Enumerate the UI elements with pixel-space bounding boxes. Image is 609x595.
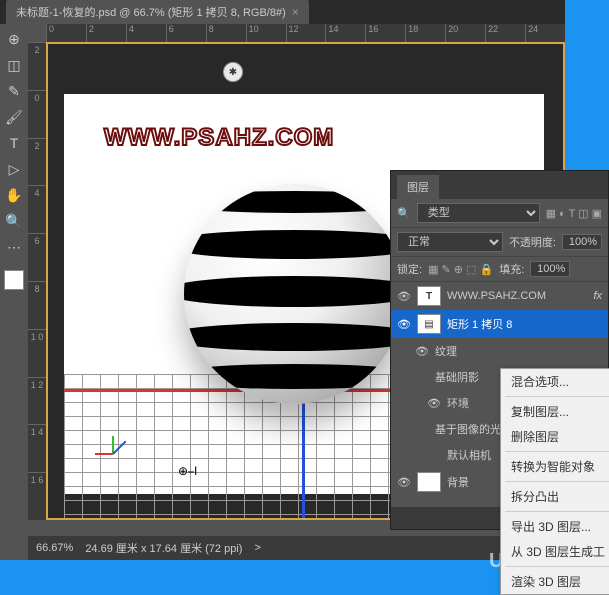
layer-item[interactable]: 👁 T WWW.PSAHZ.COM fx	[391, 282, 608, 310]
sphere-object[interactable]	[184, 184, 404, 404]
lock-label: 锁定:	[397, 261, 422, 277]
lock-row: 锁定: ▦ ✎ ⊕ ⬚ 🔒 填充: 100%	[391, 257, 608, 282]
tab-layers[interactable]: 图层	[397, 175, 439, 199]
layer-name: 纹理	[435, 343, 457, 359]
tool-generic-1[interactable]: ⊕	[3, 28, 25, 50]
tool-type[interactable]: T	[3, 132, 25, 154]
search-icon[interactable]: 🔍	[397, 207, 411, 220]
menu-separator	[505, 481, 609, 482]
menu-separator	[505, 566, 609, 567]
menu-render-3d[interactable]: 渲染 3D 图层	[501, 569, 609, 594]
status-arrow-icon[interactable]: >	[254, 542, 260, 554]
fill-value[interactable]: 100%	[530, 261, 570, 277]
menu-separator	[505, 451, 609, 452]
tool-crop[interactable]: ◫	[3, 54, 25, 76]
filter-row: 🔍 类型 ▦ ◐ T ◫ ▣	[391, 199, 608, 228]
color-swatch[interactable]	[4, 270, 24, 290]
watermark-text: WWW.PSAHZ.COM	[104, 124, 334, 152]
layer-name: 基础阴影	[435, 369, 479, 385]
opacity-label: 不透明度:	[509, 234, 556, 250]
tool-more[interactable]: ⋯	[3, 236, 25, 258]
zoom-value[interactable]: 66.67%	[36, 542, 73, 554]
layer-name: 环境	[447, 395, 469, 411]
layer-name: 默认相机	[447, 447, 491, 463]
layer-thumb-type: T	[417, 286, 441, 306]
menu-export-3d[interactable]: 导出 3D 图层...	[501, 514, 609, 539]
layer-name: WWW.PSAHZ.COM	[447, 290, 546, 302]
tool-eyedropper[interactable]: ✎	[3, 80, 25, 102]
eye-icon[interactable]: 👁	[397, 476, 411, 489]
lock-icons[interactable]: ▦ ✎ ⊕ ⬚ 🔒	[428, 263, 493, 276]
tool-zoom[interactable]: 🔍	[3, 210, 25, 232]
menu-smart-object[interactable]: 转换为智能对象	[501, 454, 609, 479]
topbar: 未标题-1-恢复的.psd @ 66.7% (矩形 1 拷贝 8, RGB/8#…	[0, 0, 565, 24]
edit-cursor-icon: ⊕⎯I	[178, 464, 197, 479]
menu-separator	[505, 396, 609, 397]
fill-label: 填充:	[499, 261, 524, 277]
tool-brush[interactable]: 🖌	[3, 106, 25, 128]
filter-type-icons[interactable]: ▦ ◐ T ◫ ▣	[546, 207, 602, 220]
context-menu: 混合选项... 复制图层... 删除图层 转换为智能对象 拆分凸出 导出 3D …	[500, 368, 609, 595]
ruler-vertical: 2024681 01 21 41 6	[28, 42, 46, 520]
layer-name: 矩形 1 拷贝 8	[447, 316, 512, 332]
tool-path[interactable]: ▷	[3, 158, 25, 180]
layer-item-selected[interactable]: 👁 ▤ 矩形 1 拷贝 8	[391, 310, 608, 338]
axis-gizmo[interactable]	[98, 424, 128, 454]
layer-thumb: ▤	[417, 314, 441, 334]
fx-badge[interactable]: fx	[593, 290, 602, 302]
axis-z-icon	[112, 441, 126, 455]
close-icon[interactable]: ×	[292, 5, 299, 19]
tab-title: 未标题-1-恢复的.psd @ 66.7% (矩形 1 拷贝 8, RGB/8#…	[16, 4, 286, 20]
menu-delete-layer[interactable]: 删除图层	[501, 424, 609, 449]
eye-icon[interactable]: 👁	[427, 397, 441, 410]
marker-dot: ✱	[223, 62, 243, 82]
axis-x-icon	[95, 453, 113, 455]
document-tab[interactable]: 未标题-1-恢复的.psd @ 66.7% (矩形 1 拷贝 8, RGB/8#…	[6, 0, 309, 24]
panel-tabs: 图层	[391, 171, 608, 199]
blend-row: 正常 不透明度: 100%	[391, 228, 608, 257]
eye-icon[interactable]: 👁	[397, 290, 411, 303]
axis-z-line	[302, 392, 305, 520]
menu-split-extrude[interactable]: 拆分凸出	[501, 484, 609, 509]
menu-duplicate-layer[interactable]: 复制图层...	[501, 399, 609, 424]
tool-hand[interactable]: ✋	[3, 184, 25, 206]
eye-icon[interactable]: 👁	[397, 318, 411, 331]
blend-mode-select[interactable]: 正常	[397, 232, 503, 252]
doc-info: 24.69 厘米 x 17.64 厘米 (72 ppi)	[85, 540, 242, 556]
layer-name: 背景	[447, 474, 469, 490]
ruler-horizontal: 024681012141618202224	[46, 24, 565, 42]
status-bar: 66.67% 24.69 厘米 x 17.64 厘米 (72 ppi) >	[28, 536, 565, 560]
layer-thumb	[417, 472, 441, 492]
filter-select[interactable]: 类型	[417, 203, 540, 223]
opacity-value[interactable]: 100%	[562, 234, 602, 250]
eye-icon[interactable]: 👁	[415, 345, 429, 358]
tool-strip: ⊕ ◫ ✎ 🖌 T ▷ ✋ 🔍 ⋯	[0, 24, 28, 560]
layer-item[interactable]: 👁 纹理	[391, 338, 608, 364]
menu-separator	[505, 511, 609, 512]
menu-gen-from-3d[interactable]: 从 3D 图层生成工	[501, 539, 609, 564]
menu-blend-options[interactable]: 混合选项...	[501, 369, 609, 394]
